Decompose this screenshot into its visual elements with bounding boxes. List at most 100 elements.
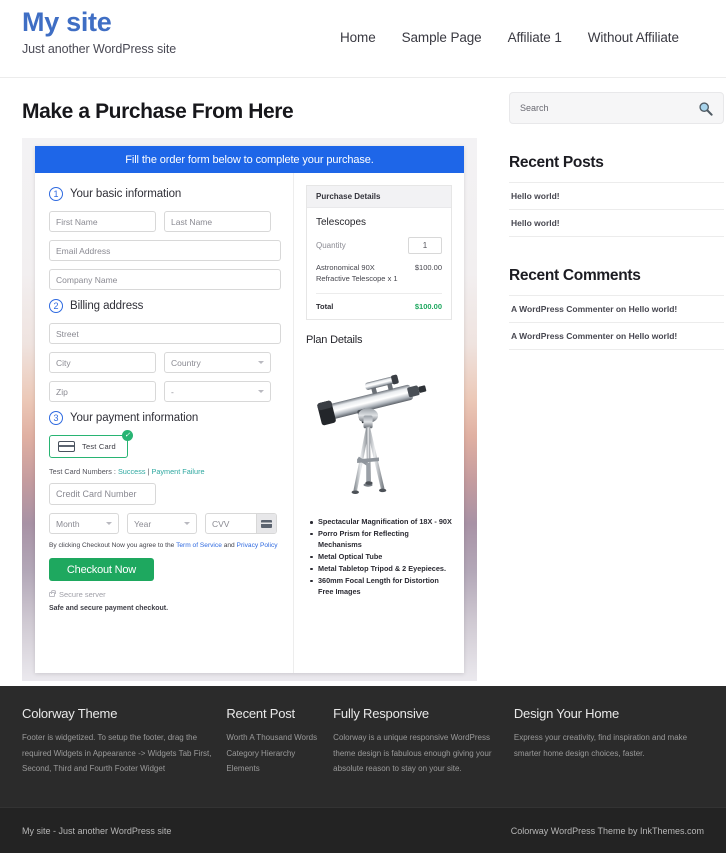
search-widget[interactable]: Search — [509, 92, 724, 124]
product-name: Telescopes — [316, 217, 367, 228]
secure-server-note: Secure server — [49, 590, 281, 599]
footer-column-title: Design Your Home — [513, 706, 620, 721]
line-item-price: $100.00 — [414, 263, 442, 272]
section-title-payment: Your payment information — [70, 412, 199, 424]
site-title[interactable]: My site — [22, 7, 176, 38]
page-wrapper: Make a Purchase From Here Fill the order… — [0, 78, 726, 686]
sidebar: Search Recent Posts Hello world! Hello w… — [509, 78, 724, 686]
city-input[interactable]: City — [49, 352, 156, 373]
footer-column-design-your-home: Design Your Home Express your creativity… — [514, 706, 704, 795]
street-input[interactable]: Street — [49, 323, 281, 344]
credit-card-row: Credit Card Number — [49, 483, 281, 505]
cvv-help-button[interactable] — [256, 514, 276, 533]
section-title-basic: Your basic information — [70, 188, 182, 200]
company-name-input[interactable]: Company Name — [49, 269, 281, 290]
checkout-card: Fill the order form below to complete yo… — [35, 146, 464, 673]
cvv-field-group[interactable]: CVV — [205, 513, 277, 534]
last-name-input[interactable]: Last Name — [164, 211, 271, 232]
email-input[interactable]: Email Address — [49, 240, 281, 261]
test-card-success-link[interactable]: Success — [118, 467, 146, 476]
feature-item: Metal Optical Tube — [310, 552, 452, 563]
footer-column-recent-post: Recent Post Worth A Thousand Words Categ… — [226, 706, 333, 795]
list-item[interactable]: Category Hierarchy — [226, 746, 319, 762]
section-billing-address: 2 Billing address — [49, 299, 281, 313]
footer-theme-credit[interactable]: Colorway WordPress Theme by InkThemes.co… — [511, 826, 704, 836]
country-select-value: Country — [171, 357, 201, 368]
site-footer: Colorway Theme Footer is widgetized. To … — [0, 686, 726, 853]
main-content: Make a Purchase From Here Fill the order… — [22, 78, 487, 686]
section-basic-information: 1 Your basic information — [49, 187, 281, 201]
expiry-month-select[interactable]: Month — [49, 513, 119, 534]
footer-bottom-bar: My site - Just another WordPress site Co… — [0, 807, 726, 853]
site-header: My site Just another WordPress site Home… — [0, 0, 726, 78]
checkout-banner: Fill the order form below to complete yo… — [35, 146, 464, 173]
test-card-failure-link[interactable]: Payment Failure — [151, 467, 204, 476]
feature-item: Porro Prism for Reflecting Mechanisms — [310, 529, 452, 551]
terms-of-service-link[interactable]: Term of Service — [176, 542, 222, 549]
chevron-down-icon — [184, 522, 190, 525]
test-card-numbers-note: Test Card Numbers : Success | Payment Fa… — [49, 467, 281, 476]
footer-column-text: Footer is widgetized. To setup the foote… — [22, 733, 212, 774]
checkout-body: 1 Your basic information First Name Last… — [35, 173, 464, 673]
list-item[interactable]: Elements — [226, 761, 319, 777]
footer-column-text: Colorway is a unique responsive WordPres… — [333, 733, 492, 774]
nav-item-sample-page[interactable]: Sample Page — [402, 30, 482, 45]
terms-prefix: By clicking Checkout Now you agree to th… — [49, 542, 177, 549]
section-title-billing: Billing address — [70, 300, 144, 312]
footer-column-title: Fully Responsive — [333, 706, 429, 721]
zip-state-row: Zip - — [49, 381, 281, 402]
feature-item: Metal Tabletop Tripod & 2 Eyepieces. — [310, 564, 452, 575]
expiry-month-value: Month — [56, 518, 80, 529]
check-circle-icon: ✓ — [121, 430, 133, 441]
recent-posts-title: Recent Posts — [509, 154, 604, 171]
secure-server-label: Secure server — [59, 590, 106, 599]
cvv-input[interactable]: CVV — [206, 514, 256, 533]
privacy-policy-link[interactable]: Privacy Policy — [237, 542, 278, 549]
list-item[interactable]: A WordPress Commenter on Hello world! — [509, 295, 724, 322]
checkout-now-button[interactable]: Checkout Now — [49, 558, 154, 581]
line-item-name: Astronomical 90X Refractive Telescope x … — [316, 263, 398, 283]
expiry-year-select[interactable]: Year — [127, 513, 197, 534]
first-name-input[interactable]: First Name — [49, 211, 156, 232]
site-branding[interactable]: My site Just another WordPress site — [22, 0, 176, 55]
search-input[interactable]: Search — [520, 103, 549, 113]
state-select[interactable]: - — [164, 381, 271, 402]
credit-card-number-input[interactable]: Credit Card Number — [49, 483, 156, 505]
recent-comments-list: A WordPress Commenter on Hello world! A … — [509, 295, 724, 350]
city-country-row: City Country — [49, 352, 281, 373]
terms-notice: By clicking Checkout Now you agree to th… — [49, 542, 281, 549]
test-numbers-prefix: Test Card Numbers : — [49, 467, 118, 476]
main-navigation[interactable]: Home Sample Page Affiliate 1 Without Aff… — [340, 30, 679, 45]
checkout-widget-background: Fill the order form below to complete yo… — [22, 138, 477, 681]
safe-checkout-note: Safe and secure payment checkout. — [49, 605, 169, 612]
nav-item-affiliate-1[interactable]: Affiliate 1 — [508, 30, 562, 45]
country-select[interactable]: Country — [164, 352, 271, 373]
zip-input[interactable]: Zip — [49, 381, 156, 402]
feature-item: 360mm Focal Length for Distortion Free I… — [310, 576, 452, 598]
list-item[interactable]: Hello world! — [509, 182, 724, 209]
footer-column-title: Recent Post — [226, 706, 295, 721]
plan-details-heading: Plan Details — [306, 334, 363, 346]
list-item[interactable]: Hello world! — [509, 209, 724, 237]
feature-item: Spectacular Magnification of 18X - 90X — [310, 517, 452, 528]
test-card-option[interactable]: Test Card ✓ — [49, 430, 133, 458]
quantity-input[interactable] — [408, 237, 442, 254]
footer-column-fully-responsive: Fully Responsive Colorway is a unique re… — [333, 706, 514, 795]
list-item[interactable]: A WordPress Commenter on Hello world! — [509, 322, 724, 350]
total-row: Total $100.00 — [316, 294, 442, 311]
name-row: First Name Last Name — [49, 211, 281, 232]
expiry-year-value: Year — [134, 518, 152, 529]
chevron-down-icon — [258, 390, 264, 393]
purchase-details-box: Purchase Details Telescopes Quantity Ast… — [306, 185, 452, 320]
list-item[interactable]: Worth A Thousand Words — [226, 730, 319, 746]
total-label: Total — [316, 302, 334, 311]
nav-item-without-affiliate[interactable]: Without Affiliate — [588, 30, 679, 45]
nav-item-home[interactable]: Home — [340, 30, 376, 45]
section-payment-information: 3 Your payment information — [49, 411, 281, 425]
credit-card-icon — [58, 441, 75, 452]
search-icon[interactable] — [698, 101, 713, 116]
footer-column-title: Colorway Theme — [22, 706, 118, 721]
step-number-3: 3 — [49, 411, 63, 425]
footer-column-colorway-theme: Colorway Theme Footer is widgetized. To … — [22, 706, 226, 795]
lock-icon — [49, 590, 56, 597]
